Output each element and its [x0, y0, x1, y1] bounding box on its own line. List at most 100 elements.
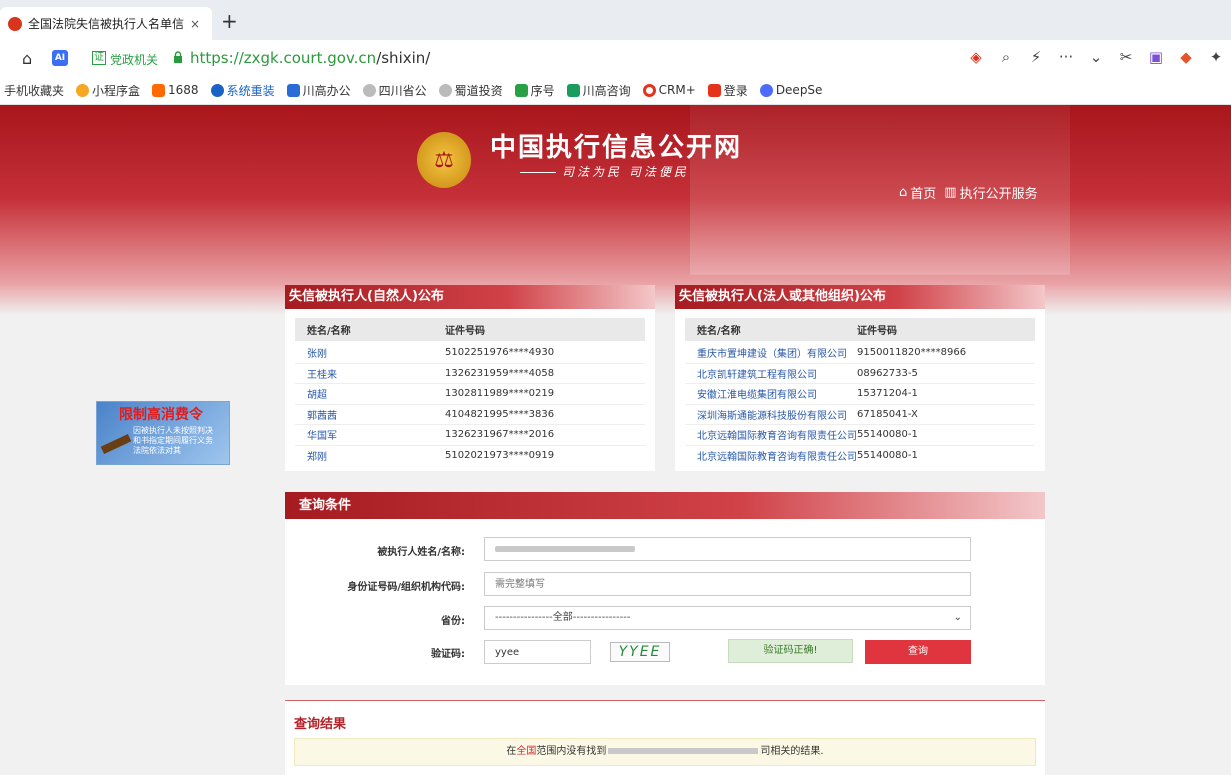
tab-close-icon[interactable]: × [190, 17, 206, 31]
id-number: 55140080-1 [857, 449, 918, 461]
list-item[interactable]: 北京远翰国际教育咨询有限责任公司 55140080-1 [685, 425, 1035, 446]
globe-icon [362, 83, 376, 97]
ad-line: 和书指定期间履行义务 [133, 436, 213, 445]
crm-icon [642, 83, 656, 97]
id-number: 15371204-1 [857, 388, 918, 400]
entity-name[interactable]: 深圳海斯通能源科技股份有限公司 [685, 407, 857, 422]
list-item[interactable]: 郑刚 5102021973****0919 [295, 446, 645, 461]
id-number: 5102251976****4930 [445, 347, 555, 359]
entity-name[interactable]: 北京远翰国际教育咨询有限责任公司 [685, 427, 857, 442]
ai-assistant-icon[interactable]: AI [52, 50, 68, 66]
province-label: 省份: [441, 616, 465, 627]
chuangao-office-icon [286, 83, 300, 97]
zoom-icon[interactable]: ⌕ [991, 48, 1021, 66]
captcha-input[interactable] [484, 640, 591, 664]
bookmark-login[interactable]: 登录 [707, 82, 748, 99]
list-item[interactable]: 北京凯轩建筑工程有限公司 08962733-5 [685, 364, 1035, 384]
id-number: 55140080-1 [857, 429, 918, 441]
list-item[interactable]: 重庆市置坤建设（集团）有限公司 9150011820****8966 [685, 343, 1035, 364]
consumption-ban-ad[interactable]: 限制高消费令 因被执行人未按照判决 和书指定期间履行义务 法院依法对其 [96, 401, 230, 465]
legal-entity-list: 重庆市置坤建设（集团）有限公司 9150011820****8966 北京凯轩建筑… [685, 343, 1035, 461]
person-name[interactable]: 王桂来 [295, 366, 445, 381]
url-path: /shixin/ [376, 49, 431, 67]
captcha-image[interactable]: YYEE [610, 642, 670, 662]
col-id: 证件号码 [445, 326, 485, 337]
entity-name[interactable]: 安徽江淮电缆集团有限公司 [685, 386, 857, 401]
scissors-icon[interactable]: ✂ [1111, 48, 1141, 66]
consult-icon [566, 83, 580, 97]
person-name[interactable]: 张刚 [295, 345, 445, 360]
bookmark-sichuan[interactable]: 四川省公 [362, 82, 427, 99]
url-field[interactable]: https://zxgk.court.gov.cn/shixin/ [190, 49, 430, 67]
entity-name[interactable]: 重庆市置坤建设（集团）有限公司 [685, 345, 857, 360]
list-item[interactable]: 张刚 5102251976****4930 [295, 343, 645, 364]
court-emblem-icon: ⚖ [417, 132, 471, 188]
lock-icon[interactable] [173, 51, 183, 63]
shield-icon[interactable]: ◈ [961, 48, 991, 66]
captcha-label: 验证码: [431, 649, 465, 660]
extension-icon[interactable]: ◆ [1171, 48, 1201, 66]
redacted-text [495, 546, 635, 552]
bookmark-mini-program[interactable]: 小程序盒 [76, 82, 140, 99]
province-select[interactable]: ----------------全部---------------- ⌄ [484, 606, 971, 630]
bookmark-1688[interactable]: 1688 [152, 83, 199, 97]
nav-home-link[interactable]: ⌂ 首页 [899, 183, 936, 202]
bookmark-chuangao-consult[interactable]: 川高咨询 [566, 82, 631, 99]
list-item[interactable]: 郭茜茜 4104821995****3836 [295, 405, 645, 425]
tab-title: 全国法院失信被执行人名单信 [28, 17, 185, 31]
bookmark-label: 登录 [723, 83, 748, 98]
chevron-down-icon[interactable]: ⌄ [1081, 48, 1111, 66]
browser-tab[interactable]: 全国法院失信被执行人名单信 × [0, 7, 212, 40]
new-tab-button[interactable]: + [221, 9, 238, 33]
search-button[interactable]: 查询 [865, 640, 971, 664]
entity-name[interactable]: 北京凯轩建筑工程有限公司 [685, 366, 857, 381]
list-item[interactable]: 北京远翰国际教育咨询有限责任公司 55140080-1 [685, 446, 1035, 461]
bookmark-label: 川高办公 [302, 83, 351, 98]
chevron-down-icon: ⌄ [953, 612, 962, 623]
id-input[interactable] [484, 572, 971, 596]
person-name[interactable]: 胡超 [295, 386, 445, 401]
system-reinstall-icon [210, 83, 224, 97]
province-value: ----------------全部---------------- [495, 612, 631, 623]
panel-title: 失信被执行人(法人或其他组织)公布 [675, 285, 1045, 309]
header-banner: ⚖ 中国执行信息公开网 司法为民 司法便民 ⌂ 首页 ▥ 执行公开服务 [0, 105, 1231, 315]
list-item[interactable]: 华国军 1326231967****2016 [295, 425, 645, 446]
bookmark-mobile-favorites[interactable]: 手机收藏夹 [4, 82, 64, 99]
list-item[interactable]: 深圳海斯通能源科技股份有限公司 67185041-X [685, 405, 1035, 425]
bookmark-system-reinstall[interactable]: 系统重装 [210, 82, 275, 99]
list-item[interactable]: 胡超 1302811989****0219 [295, 384, 645, 405]
address-bar: ⌂ AI 证 党政机关 https://zxgk.court.gov.cn/sh… [0, 40, 1231, 76]
site-slogan: 司法为民 司法便民 [520, 163, 689, 180]
nav-service-link[interactable]: ▥ 执行公开服务 [944, 183, 1037, 202]
home-icon[interactable]: ⌂ [22, 49, 32, 68]
nav-service-label: 执行公开服务 [959, 187, 1038, 202]
id-number: 5102021973****0919 [445, 449, 555, 461]
person-name[interactable]: 华国军 [295, 427, 445, 442]
person-name[interactable]: 郭茜茜 [295, 407, 445, 422]
person-name[interactable]: 郑刚 [295, 448, 445, 461]
name-input[interactable] [484, 537, 971, 561]
list-item[interactable]: 安徽江淮电缆集团有限公司 15371204-1 [685, 384, 1035, 405]
gov-badge-icon: 证 [92, 51, 106, 65]
result-middle: 范围内没有找到 [536, 746, 607, 757]
entity-name[interactable]: 北京远翰国际教育咨询有限责任公司 [685, 448, 857, 461]
bolt-icon[interactable]: ⚡ [1021, 48, 1051, 66]
id-number: 1302811989****0219 [445, 388, 555, 400]
more-icon[interactable]: ··· [1051, 48, 1081, 66]
result-panel: 查询结果 在全国范围内没有找到 司相关的结果. [285, 700, 1045, 775]
bookmark-deepseek[interactable]: DeepSe [759, 83, 822, 97]
id-number: 4104821995****3836 [445, 408, 555, 420]
bookmark-serial[interactable]: 序号 [514, 82, 555, 99]
bookmark-chuangao-office[interactable]: 川高办公 [286, 82, 351, 99]
url-host: https://zxgk.court.gov.cn [190, 49, 377, 67]
bookmark-label: 蜀道投资 [454, 83, 503, 98]
id-number: 08962733-5 [857, 367, 918, 379]
bookmark-crm[interactable]: CRM+ [642, 83, 696, 97]
translate-icon[interactable]: ▣ [1141, 48, 1171, 66]
bookmark-shudao[interactable]: 蜀道投资 [438, 82, 503, 99]
result-prefix: 在 [506, 746, 517, 757]
puzzle-icon[interactable]: ✦ [1201, 48, 1231, 66]
page-content: ⚖ 中国执行信息公开网 司法为民 司法便民 ⌂ 首页 ▥ 执行公开服务 限制高消费令… [0, 105, 1231, 775]
query-form: 查询条件 被执行人姓名/名称: 身份证号码/组织机构代码: 省份: ------… [285, 492, 1045, 685]
list-item[interactable]: 王桂来 1326231959****4058 [295, 364, 645, 384]
